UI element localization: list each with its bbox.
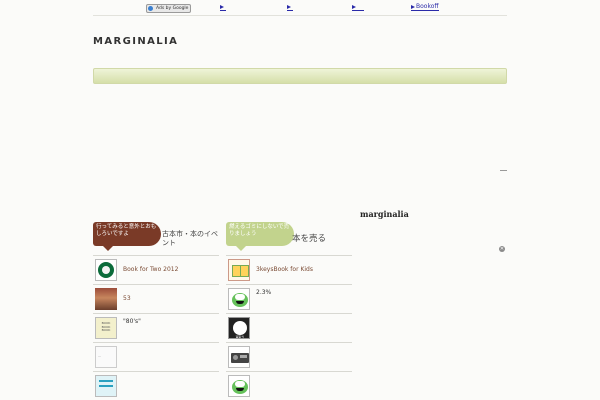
bookstore-photo-icon[interactable] — [95, 288, 117, 310]
sell-speech-bubble: 燃えるゴミにしないで売りましょう — [226, 222, 294, 251]
ad-link-2[interactable] — [287, 3, 293, 11]
events-list: Book for Two 2012 53 BOOK BOOK BOOK "80's"… — [93, 255, 219, 400]
triangle-bullet-icon — [411, 4, 415, 9]
book-cover-icon[interactable]: BOOK BOOK BOOK — [95, 317, 117, 339]
info-icon — [148, 6, 153, 11]
list-item[interactable] — [226, 371, 352, 400]
close-icon[interactable]: ✕ — [499, 246, 505, 252]
ads-label: Ads by Google — [156, 6, 189, 11]
list-item-label[interactable]: 2.3% — [256, 289, 271, 296]
divider — [500, 170, 507, 171]
list-item[interactable]: 3keysBook for Kids — [226, 255, 352, 284]
green-monster-icon[interactable] — [228, 288, 250, 310]
top-ad-bar: Ads by Google Bookoff — [93, 0, 507, 16]
blue-cover-icon[interactable] — [95, 375, 117, 397]
triangle-bullet-icon — [352, 4, 356, 9]
list-item-label[interactable]: 3keysBook for Kids — [256, 266, 313, 273]
list-item[interactable]: BOOK BOOK BOOK "80's" — [93, 313, 219, 342]
list-item-label[interactable]: Book for Two 2012 — [123, 266, 178, 273]
list-item[interactable]: 買取り — [226, 313, 352, 342]
triangle-bullet-icon — [220, 4, 224, 9]
radio-device-icon[interactable] — [228, 346, 250, 368]
list-item[interactable]: Book for Two 2012 — [93, 255, 219, 284]
ad-link-bookoff[interactable]: Bookoff — [411, 3, 439, 11]
list-item[interactable]: 53 — [93, 284, 219, 313]
blank-thumbnail-icon[interactable]: — — [95, 346, 117, 368]
ad-link-3[interactable] — [352, 3, 364, 11]
list-item[interactable] — [93, 371, 219, 400]
sell-list: 3keysBook for Kids 2.3% 買取り — [226, 255, 352, 400]
list-item[interactable] — [226, 342, 352, 371]
events-heading: 古本市・本のイベント — [162, 230, 218, 247]
site-title[interactable]: MARGINALIA — [93, 36, 178, 47]
triangle-bullet-icon — [287, 4, 291, 9]
list-item[interactable]: — — [93, 342, 219, 371]
ad-link-1[interactable] — [220, 3, 226, 11]
starbucks-logo-icon[interactable] — [95, 259, 117, 281]
list-item-label[interactable]: 53 — [123, 295, 131, 302]
nav-bar — [93, 68, 507, 84]
events-speech-bubble: 行ってみると意外とおもしろいですよ — [93, 222, 161, 251]
green-monster-icon[interactable] — [228, 375, 250, 397]
ads-by-google-badge[interactable]: Ads by Google — [146, 4, 192, 13]
sell-heading: 本を売る — [292, 234, 327, 244]
list-item-label[interactable]: "80's" — [123, 318, 141, 325]
notebook-icon[interactable] — [228, 259, 250, 281]
list-item[interactable]: 2.3% — [226, 284, 352, 313]
sidebar-title: marginalia — [360, 209, 409, 219]
kaitori-badge-icon[interactable]: 買取り — [228, 317, 250, 339]
